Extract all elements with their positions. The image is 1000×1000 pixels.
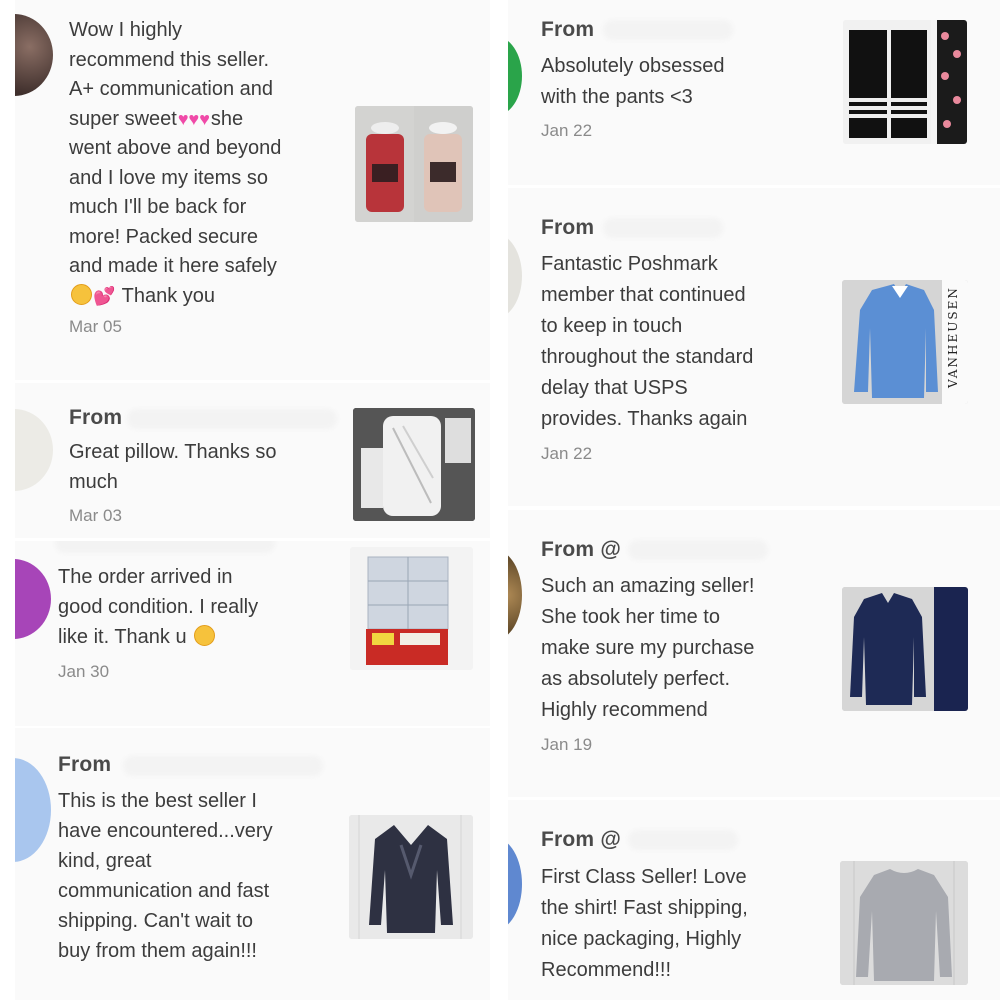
review-date: Jan 22	[541, 444, 593, 463]
grey-sweater-photo[interactable]	[840, 861, 968, 985]
review-from: From	[541, 18, 595, 41]
review-date: Mar 05	[69, 317, 122, 336]
review-card-7: From @ Such an amazing seller! She took …	[508, 510, 1000, 797]
brand-label: VANHEUSEN	[946, 286, 960, 388]
review-card-1: Wow I highly recommend this seller. A+ c…	[15, 0, 490, 380]
storage-boxes-photo[interactable]	[350, 547, 473, 670]
reviewer-avatar[interactable]	[508, 233, 522, 319]
review-card-2: From Great pillow. Thanks so much Mar 03	[15, 383, 490, 538]
pillow-photo[interactable]	[353, 408, 475, 521]
review-date: Jan 19	[541, 735, 593, 754]
reviewer-avatar[interactable]	[508, 550, 522, 640]
review-card-3: The order arrived in good condition. I r…	[15, 541, 490, 726]
review-date: Jan 30	[58, 662, 110, 681]
hearts-emoji: ♥♥♥	[177, 108, 210, 129]
black-pants-photo[interactable]	[843, 20, 967, 144]
reviewer-avatar[interactable]	[15, 559, 51, 639]
smile-emoji	[194, 625, 216, 646]
reviewer-avatar[interactable]	[508, 36, 522, 116]
reviewer-avatar[interactable]	[15, 409, 53, 491]
review-text: Fantastic Poshmark member that continued…	[541, 253, 754, 430]
review-card-4: From This is the best seller I have enco…	[15, 728, 490, 1000]
navy-cardigan-photo[interactable]	[349, 815, 473, 939]
review-text: Absolutely obsessed with the pants <3	[541, 55, 725, 108]
review-text: Great pillow. Thanks so much	[69, 441, 277, 493]
review-from: From	[58, 753, 112, 776]
review-from: From	[69, 406, 123, 429]
smile-emoji	[71, 283, 92, 305]
review-from: From @	[541, 538, 622, 561]
review-text: First Class Seller! Love the shirt! Fast…	[541, 866, 748, 981]
reviewer-avatar[interactable]	[15, 758, 51, 862]
candle-jars-photo[interactable]	[355, 106, 473, 222]
navy-shirt-photo[interactable]	[842, 587, 968, 711]
review-text: This is the best seller I have encounter…	[58, 790, 273, 962]
review-from: From @	[541, 828, 622, 851]
review-date: Jan 22	[541, 121, 593, 140]
review-card-8: From @ First Class Seller! Love the shir…	[508, 800, 1000, 1000]
review-date: Mar 03	[69, 506, 122, 525]
reviewer-avatar[interactable]	[15, 14, 53, 96]
review-text: Such an amazing seller! She took her tim…	[541, 575, 755, 721]
review-text: The order arrived in good condition. I r…	[58, 566, 259, 648]
heart-emoji: 💕	[93, 285, 116, 306]
reviewer-avatar[interactable]	[508, 838, 522, 930]
blue-dress-shirt-photo[interactable]: VANHEUSEN	[842, 280, 968, 404]
review-from: From	[541, 216, 595, 239]
review-card-5: From Absolutely obsessed with the pants …	[508, 0, 1000, 185]
review-card-6: From Fantastic Poshmark member that cont…	[508, 188, 1000, 506]
review-text: Wow I highly recommend this seller. A+ c…	[69, 16, 329, 311]
